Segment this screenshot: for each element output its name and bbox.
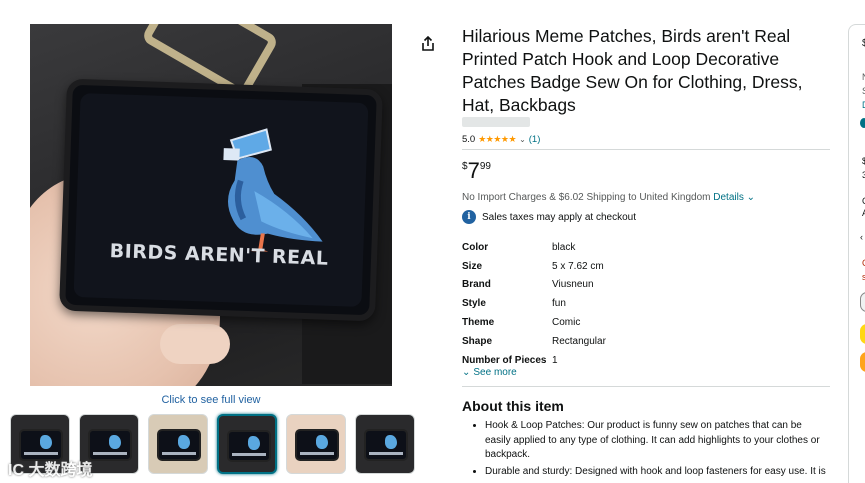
buybox-arrow-icon: ‹ [860, 232, 863, 242]
spec-row: Style fun [462, 298, 566, 310]
product-specs-table: Color black Size 5 x 7.62 cm Brand Viusneun… [462, 238, 606, 370]
divider [462, 149, 830, 150]
divider [462, 386, 830, 387]
main-product-image[interactable]: BIRDS AREN'T REAL [30, 24, 392, 386]
buy-now-button[interactable] [860, 352, 865, 372]
spec-row: Brand Viusneun [462, 279, 594, 291]
rating-count-link[interactable]: (1) [529, 134, 541, 145]
click-to-see-full-view-link[interactable]: Click to see full view [30, 394, 392, 406]
star-rating-icon: ★★★★★ [478, 134, 517, 144]
tax-text: Sales taxes may apply at checkout [482, 211, 636, 223]
spec-row: Shape Rectangular [462, 335, 606, 347]
about-section-heading: About this item [462, 398, 564, 414]
shipping-text: No Import Charges & $6.02 Shipping to Un… [462, 192, 711, 203]
rating-value: 5.0 [462, 134, 476, 145]
see-more-link[interactable]: ⌄ See more [462, 367, 517, 378]
info-icon: i [462, 210, 476, 224]
thumbnail-5[interactable] [286, 414, 346, 474]
chevron-down-icon: ⌄ [462, 367, 471, 378]
pigeon-camera-illustration [223, 128, 323, 252]
store-link-blurred[interactable] [462, 117, 530, 127]
patch-photo: BIRDS AREN'T REAL [59, 78, 383, 322]
price-fraction: 99 [479, 161, 491, 172]
product-title: Hilarious Meme Patches, Birds aren't Rea… [462, 26, 803, 115]
location-icon [860, 118, 865, 128]
spec-row: Theme Comic [462, 317, 581, 329]
rating-summary[interactable]: 5.0 ★★★★★ ⌄ (1) [462, 134, 540, 145]
share-icon[interactable] [420, 36, 436, 52]
thumbnail-6[interactable] [355, 414, 415, 474]
quantity-select[interactable] [860, 292, 865, 312]
price-whole: 7 [467, 158, 480, 183]
thumbnail-4-selected[interactable] [217, 414, 277, 474]
tax-notice: i Sales taxes may apply at checkout [462, 210, 636, 224]
shipping-info: No Import Charges & $6.02 Shipping to Un… [462, 192, 755, 203]
list-item: Durable and sturdy: Designed with hook a… [485, 465, 830, 480]
price: $ 7 99 [462, 158, 491, 184]
add-to-cart-button[interactable] [860, 324, 865, 344]
spec-row: Color black [462, 241, 576, 253]
shipping-details-link[interactable]: Details ⌄ [713, 192, 755, 203]
thumb-finger [160, 324, 230, 364]
about-bullet-list: Hook & Loop Patches: Our product is funn… [475, 419, 830, 481]
thumbnail-3[interactable] [148, 414, 208, 474]
spec-row: Size 5 x 7.62 cm [462, 260, 604, 272]
watermark-logo: IC 大数跨境 [8, 462, 93, 479]
list-item: Hook & Loop Patches: Our product is funn… [485, 419, 830, 463]
chevron-down-icon[interactable]: ⌄ [519, 135, 526, 144]
